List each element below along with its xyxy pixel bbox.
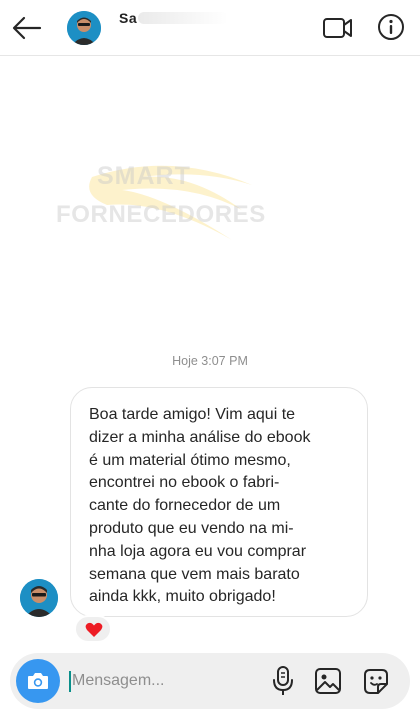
message-line: produto que eu vendo na mi- (89, 519, 294, 537)
sticker-button[interactable] (360, 666, 392, 698)
camera-button[interactable] (16, 659, 60, 703)
camera-icon (28, 673, 48, 689)
heart-reaction[interactable] (74, 615, 112, 643)
message-line: é um material ótimo mesmo, (89, 451, 291, 469)
contact-name[interactable]: Sa (119, 10, 137, 26)
message-input[interactable] (72, 666, 252, 696)
contact-name-redaction (138, 12, 228, 24)
back-arrow-icon (12, 16, 42, 40)
sticker-icon (364, 669, 388, 694)
message-line: Boa tarde amigo! Vim aqui te (89, 406, 296, 423)
microphone-icon (273, 666, 293, 695)
video-call-icon (323, 18, 352, 38)
message-line: nha loja agora eu vou comprar (89, 542, 307, 560)
info-button[interactable] (376, 12, 406, 42)
message-composer (10, 653, 410, 709)
watermark-text-smart: SMART (97, 162, 191, 190)
text-cursor (69, 671, 71, 692)
video-call-button[interactable] (322, 14, 354, 42)
message-timestamp: Hoje 3:07 PM (172, 354, 248, 368)
back-button[interactable] (10, 12, 44, 44)
chat-header: Sa (0, 0, 420, 56)
sender-avatar[interactable] (20, 579, 58, 617)
gallery-button[interactable] (313, 666, 343, 696)
message-bubble[interactable]: Boa tarde amigo! Vim aqui te dizer a min… (70, 387, 368, 617)
message-line: encontrei no ebook o fabri- (89, 474, 280, 492)
info-icon (378, 14, 404, 40)
message-line: semana que vem mais barato (89, 565, 300, 583)
contact-avatar[interactable] (67, 11, 101, 45)
message-line: ainda kkk, muito obrigado! (89, 588, 276, 606)
image-icon (315, 668, 341, 694)
message-line: cante do fornecedor de um (89, 497, 281, 515)
watermark-text-fornecedores: FORNECEDORES (56, 201, 266, 228)
message-line: dizer a minha análise do ebook (89, 428, 311, 446)
voice-message-button[interactable] (268, 665, 298, 697)
heart-icon (85, 622, 103, 637)
